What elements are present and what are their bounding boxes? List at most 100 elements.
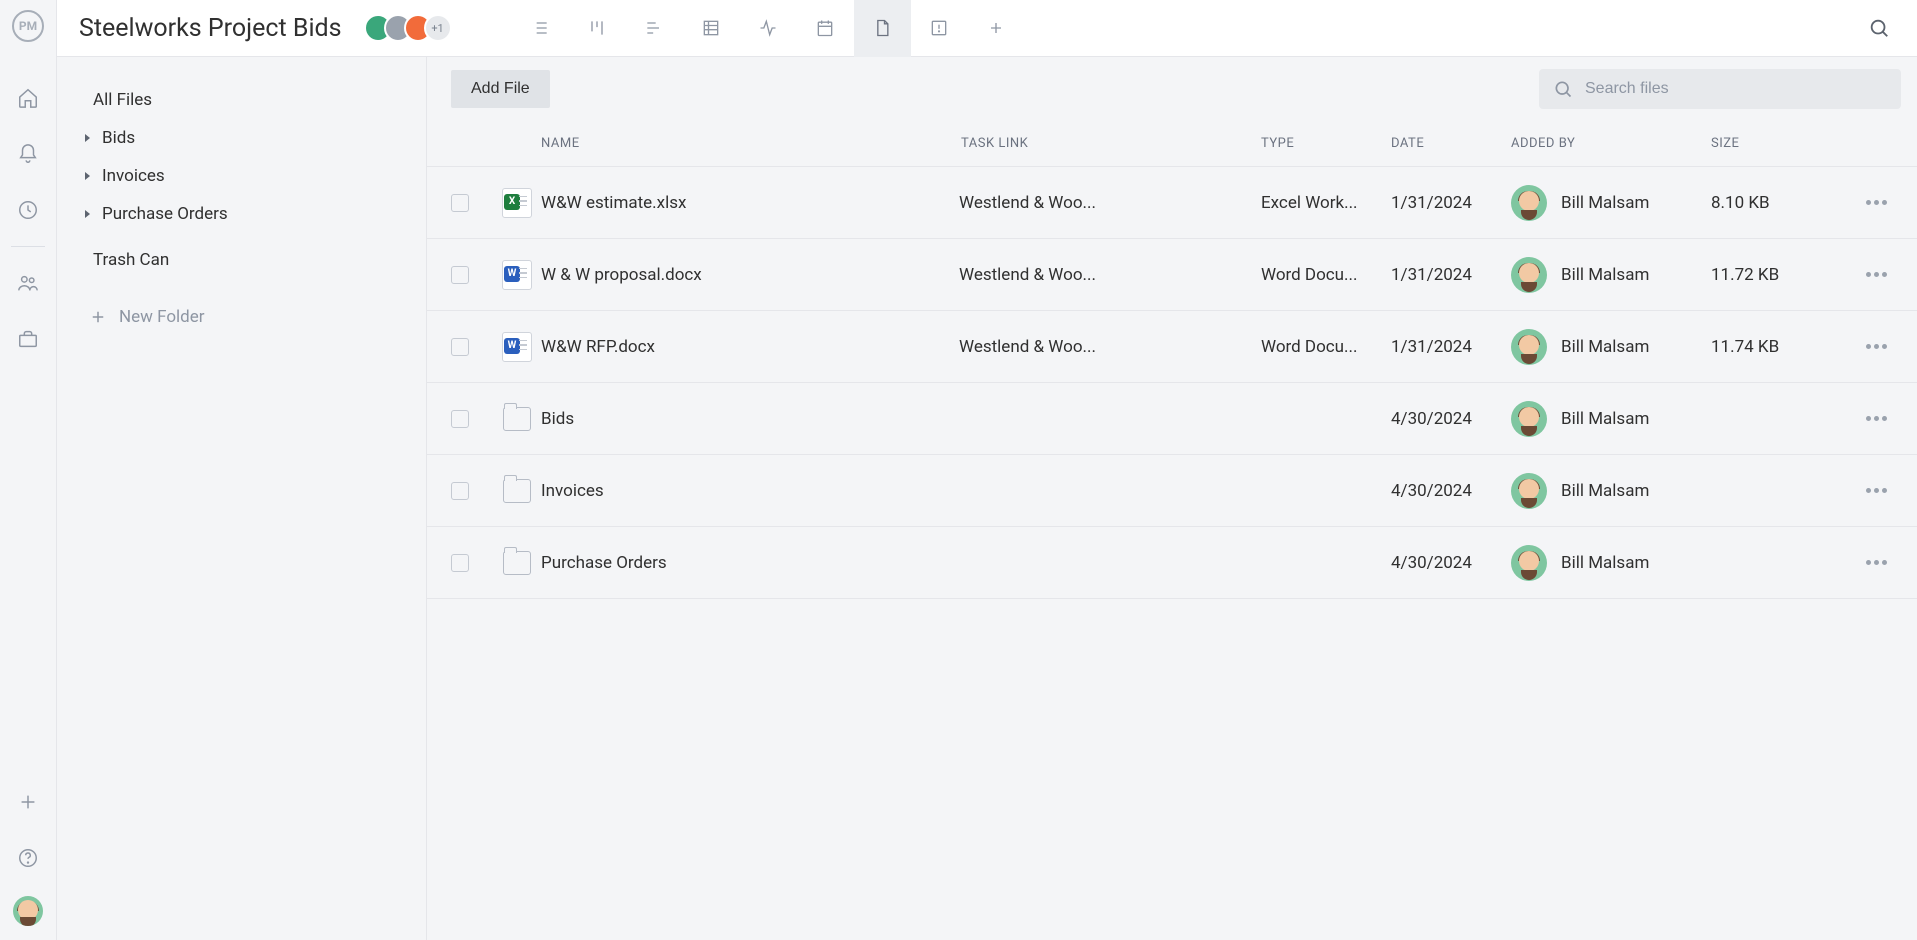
nav-rail: PM <box>0 0 57 940</box>
clock-icon[interactable] <box>16 198 40 222</box>
app-logo[interactable]: PM <box>12 10 44 42</box>
home-icon[interactable] <box>16 86 40 110</box>
row-actions-menu[interactable] <box>1866 272 1887 277</box>
folder-label: All Files <box>93 90 152 110</box>
tab-calendar[interactable] <box>797 0 854 57</box>
file-name: W&W RFP.docx <box>541 337 959 357</box>
folder-label: Purchase Orders <box>102 204 228 224</box>
people-icon[interactable] <box>16 271 40 295</box>
folder-icon <box>503 407 531 431</box>
tab-risks[interactable] <box>911 0 968 57</box>
row-actions-menu[interactable] <box>1866 488 1887 493</box>
tab-files[interactable] <box>854 0 911 57</box>
search-box[interactable] <box>1539 69 1901 109</box>
bell-icon[interactable] <box>16 142 40 166</box>
row-checkbox[interactable] <box>451 266 469 284</box>
folder-tree: All Files Bids Invoices Purchase Orders … <box>57 57 427 940</box>
word-file-icon: W <box>502 260 532 290</box>
table-row[interactable]: Bids 4/30/2024Bill Malsam <box>427 383 1917 455</box>
folder-label: Trash Can <box>93 250 169 270</box>
file-date: 1/31/2024 <box>1391 193 1511 213</box>
file-name: W & W proposal.docx <box>541 265 959 285</box>
word-file-icon: W <box>502 332 532 362</box>
file-task: Westlend & Woo... <box>959 265 1261 285</box>
row-checkbox[interactable] <box>451 194 469 212</box>
folder-bids[interactable]: Bids <box>57 119 426 157</box>
tab-board[interactable] <box>569 0 626 57</box>
col-type[interactable]: TYPE <box>1261 136 1391 151</box>
row-actions-menu[interactable] <box>1866 200 1887 205</box>
folder-all-files[interactable]: All Files <box>57 81 426 119</box>
table-row[interactable]: Purchase Orders4/30/2024Bill Malsam <box>427 527 1917 599</box>
col-task[interactable]: TASK LINK <box>961 136 1261 151</box>
tab-add[interactable] <box>968 0 1025 57</box>
file-name: W&W estimate.xlsx <box>541 193 959 213</box>
file-added-by: Bill Malsam <box>1511 329 1711 365</box>
caret-right-icon <box>85 172 90 180</box>
folder-invoices[interactable]: Invoices <box>57 157 426 195</box>
tab-list[interactable] <box>512 0 569 57</box>
file-name: Purchase Orders <box>541 553 959 573</box>
file-added-by: Bill Malsam <box>1511 473 1711 509</box>
team-avatars[interactable]: +1 <box>364 14 452 42</box>
folder-label: Invoices <box>102 166 165 186</box>
col-size[interactable]: SIZE <box>1711 136 1851 151</box>
user-avatar[interactable] <box>13 896 43 926</box>
team-more[interactable]: +1 <box>424 14 452 42</box>
caret-right-icon <box>85 210 90 218</box>
table-row[interactable]: W W&W RFP.docxWestlend & Woo...Word Docu.… <box>427 311 1917 383</box>
row-checkbox[interactable] <box>451 554 469 572</box>
avatar <box>1511 545 1547 581</box>
file-date: 4/30/2024 <box>1391 553 1511 573</box>
col-added[interactable]: ADDED BY <box>1511 136 1711 151</box>
files-table: NAME TASK LINK TYPE DATE ADDED BY SIZE X… <box>427 121 1917 940</box>
files-toolbar: Add File <box>427 57 1917 121</box>
plus-icon[interactable] <box>16 790 40 814</box>
row-actions-menu[interactable] <box>1866 560 1887 565</box>
briefcase-icon[interactable] <box>16 327 40 351</box>
file-size: 11.74 KB <box>1711 337 1851 357</box>
tab-gantt[interactable] <box>626 0 683 57</box>
new-folder-button[interactable]: New Folder <box>57 307 426 327</box>
file-date: 1/31/2024 <box>1391 265 1511 285</box>
avatar <box>1511 185 1547 221</box>
row-actions-menu[interactable] <box>1866 416 1887 421</box>
search-button[interactable] <box>1859 8 1899 48</box>
header: Steelworks Project Bids +1 <box>57 0 1917 57</box>
col-name[interactable]: NAME <box>541 136 961 151</box>
table-header: NAME TASK LINK TYPE DATE ADDED BY SIZE <box>427 121 1917 167</box>
col-date[interactable]: DATE <box>1391 136 1511 151</box>
row-actions-menu[interactable] <box>1866 344 1887 349</box>
file-name: Bids <box>541 409 959 429</box>
row-checkbox[interactable] <box>451 482 469 500</box>
file-type: Excel Work... <box>1261 193 1391 213</box>
tab-activity[interactable] <box>740 0 797 57</box>
plus-icon <box>89 308 107 326</box>
add-file-button[interactable]: Add File <box>451 70 550 108</box>
table-row[interactable]: XW&W estimate.xlsxWestlend & Woo...Excel… <box>427 167 1917 239</box>
folder-icon <box>503 479 531 503</box>
tab-sheet[interactable] <box>683 0 740 57</box>
file-added-by: Bill Malsam <box>1511 401 1711 437</box>
file-date: 4/30/2024 <box>1391 409 1511 429</box>
help-icon[interactable] <box>16 846 40 870</box>
view-tabs <box>512 0 1025 56</box>
file-task: Westlend & Woo... <box>959 193 1261 213</box>
search-icon <box>1553 79 1573 99</box>
row-checkbox[interactable] <box>451 410 469 428</box>
avatar <box>1511 473 1547 509</box>
row-checkbox[interactable] <box>451 338 469 356</box>
folder-trash[interactable]: Trash Can <box>57 241 426 279</box>
file-size: 8.10 KB <box>1711 193 1851 213</box>
file-type: Word Docu... <box>1261 265 1391 285</box>
folder-purchase-orders[interactable]: Purchase Orders <box>57 195 426 233</box>
rail-divider <box>11 246 45 247</box>
file-task: Westlend & Woo... <box>959 337 1261 357</box>
file-type: Word Docu... <box>1261 337 1391 357</box>
avatar <box>1511 401 1547 437</box>
file-added-by: Bill Malsam <box>1511 185 1711 221</box>
search-input[interactable] <box>1585 80 1887 98</box>
table-row[interactable]: Invoices4/30/2024Bill Malsam <box>427 455 1917 527</box>
table-row[interactable]: W W & W proposal.docxWestlend & Woo...Wor… <box>427 239 1917 311</box>
avatar <box>1511 257 1547 293</box>
